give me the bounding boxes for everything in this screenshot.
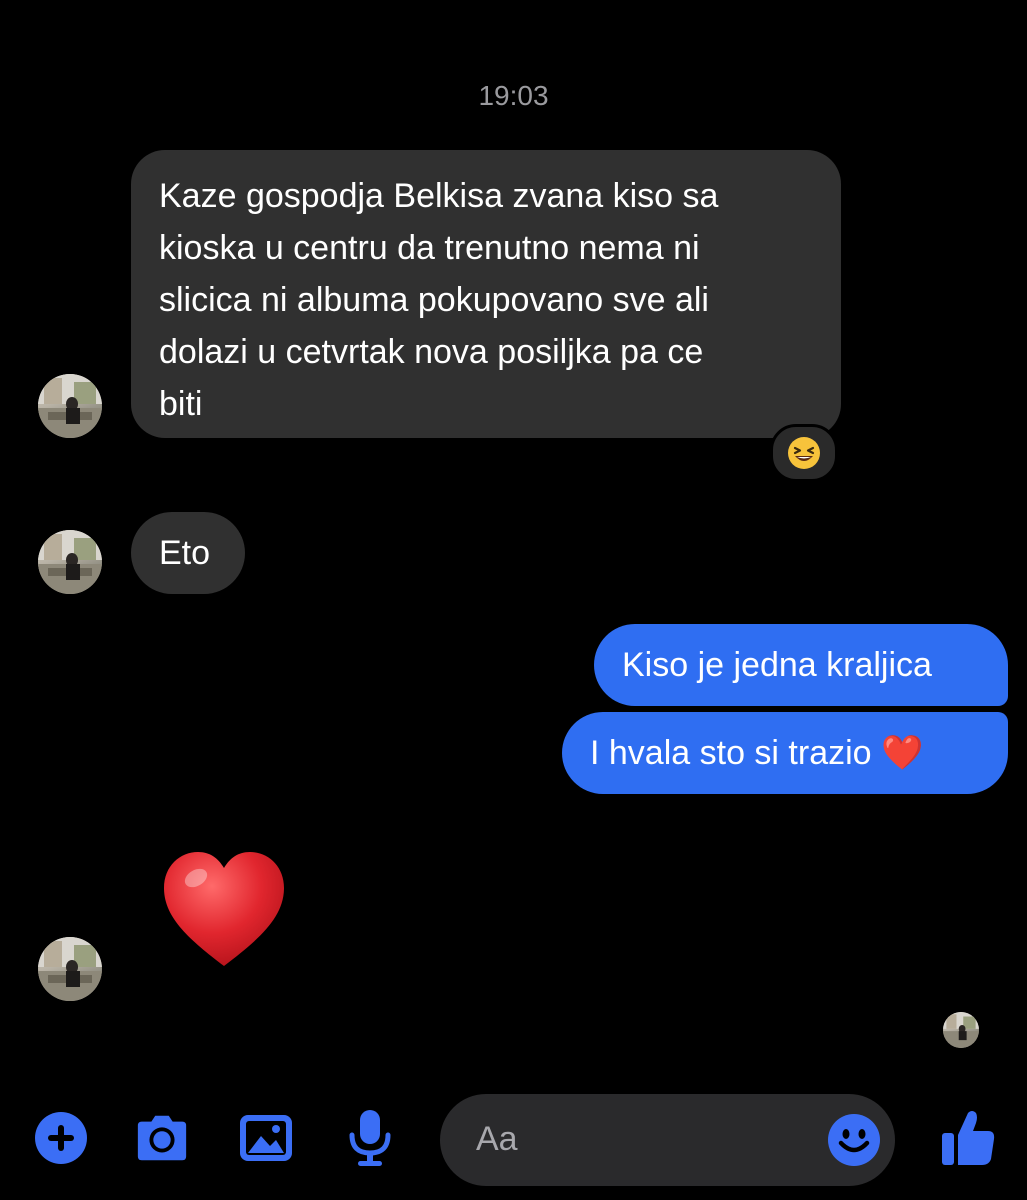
avatar-photo-icon — [38, 530, 102, 594]
avatar-photo-icon — [38, 937, 102, 1001]
camera-icon — [137, 1115, 187, 1161]
heart-icon — [164, 852, 284, 966]
read-receipt-avatar — [943, 1012, 979, 1048]
message-text: Eto — [159, 534, 211, 572]
avatar-photo-icon — [943, 1012, 979, 1048]
message-composer: Aa — [0, 1080, 1027, 1200]
microphone-icon — [349, 1110, 391, 1166]
thumbs-up-icon — [942, 1111, 995, 1165]
message-input[interactable]: Aa — [440, 1094, 895, 1186]
add-button[interactable] — [33, 1110, 89, 1166]
outgoing-message-bubble[interactable]: I hvala sto si trazio ❤️ — [562, 712, 1008, 794]
message-timestamp: 19:03 — [478, 80, 549, 111]
plus-icon — [35, 1112, 87, 1164]
contact-avatar[interactable] — [38, 374, 102, 438]
message-line: slicica ni albuma pokupovano sve ali — [159, 281, 709, 319]
contact-avatar[interactable] — [38, 937, 102, 1001]
image-icon — [240, 1115, 292, 1161]
message-text: Kiso je jedna kraljica — [622, 646, 932, 684]
message-line: kioska u centru da trenutno nema ni — [159, 229, 700, 267]
emoji-button[interactable] — [827, 1113, 881, 1167]
incoming-message-bubble[interactable]: Eto — [131, 512, 245, 594]
heart-emoji-message[interactable] — [160, 848, 288, 972]
incoming-message-bubble[interactable]: Kaze gospodja Belkisa zvana kiso sa kios… — [131, 150, 841, 438]
message-input-placeholder: Aa — [476, 1120, 518, 1158]
message-line: Kaze gospodja Belkisa zvana kiso sa — [159, 177, 719, 215]
gallery-button[interactable] — [238, 1110, 294, 1166]
chat-screen: 19:03 Kaze gospodja Belkisa zvana kiso s… — [0, 0, 1027, 1200]
message-line: dolazi u cetvrtak nova posiljka pa ce — [159, 333, 704, 371]
avatar-photo-icon — [38, 374, 102, 438]
message-reaction[interactable] — [770, 424, 838, 482]
contact-avatar[interactable] — [38, 530, 102, 594]
camera-button[interactable] — [134, 1110, 190, 1166]
outgoing-message-bubble[interactable]: Kiso je jedna kraljica — [594, 624, 1008, 706]
message-text: I hvala sto si trazio ❤️ — [590, 734, 924, 772]
message-line: biti — [159, 385, 203, 423]
voice-button[interactable] — [342, 1110, 398, 1166]
like-button[interactable] — [938, 1108, 998, 1168]
emoji-icon — [828, 1114, 880, 1166]
laughing-emoji-icon — [788, 437, 820, 469]
